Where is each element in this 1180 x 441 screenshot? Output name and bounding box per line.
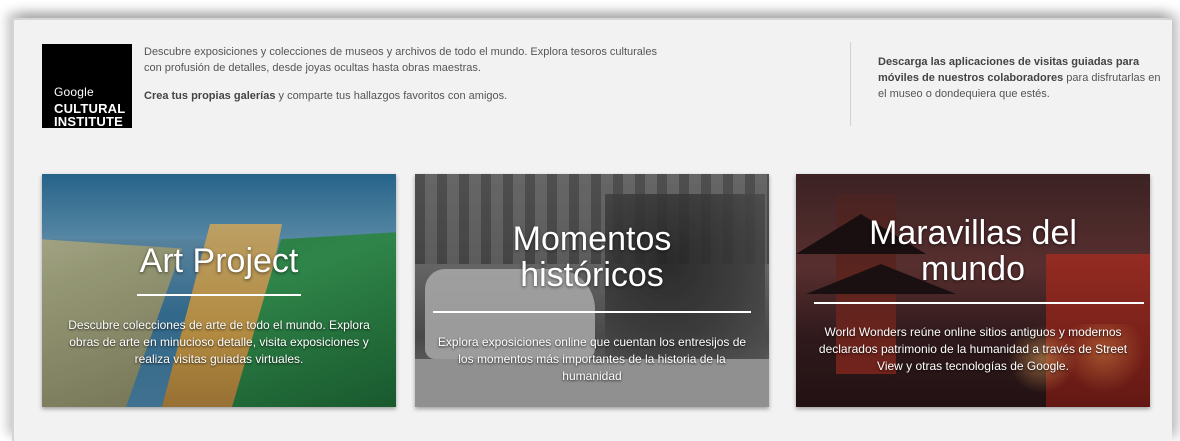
card-description: Descubre colecciones de arte de todo el … xyxy=(68,318,370,366)
title-underline xyxy=(814,302,1144,304)
apps-promo: Descarga las aplicaciones de visitas gui… xyxy=(878,54,1168,102)
card-art-project[interactable]: Art Project Descubre colecciones de arte… xyxy=(42,174,396,407)
intro-text: Descubre exposiciones y colecciones de m… xyxy=(144,44,664,116)
title-underline xyxy=(433,311,751,313)
card-title-line-2: mundo xyxy=(921,250,1025,288)
intro-paragraph-2-rest: y comparte tus hallazgos favoritos con a… xyxy=(275,90,508,102)
header-divider xyxy=(850,42,851,126)
create-galleries-link[interactable]: Crea tus propias galerías xyxy=(144,90,275,102)
logo-brand: Google xyxy=(54,85,94,99)
cultural-institute-logo[interactable]: Google CULTURAL INSTITUTE xyxy=(42,44,132,129)
card-maravillas-del-mundo[interactable]: Maravillas del mundo World Wonders reúne… xyxy=(796,174,1150,407)
logo-line-2: INSTITUTE xyxy=(54,114,123,129)
card-description: World Wonders reúne online sitios antigu… xyxy=(818,325,1128,373)
intro-paragraph-1: Descubre exposiciones y colecciones de m… xyxy=(144,46,657,74)
card-title-line-2: históricos xyxy=(520,256,664,294)
card-title: Art Project xyxy=(139,242,299,280)
card-description: Explora exposiciones online que cuentan … xyxy=(437,335,747,383)
card-overlay xyxy=(42,174,396,407)
card-title-line-1: Momentos xyxy=(512,220,672,258)
intro-paragraph-2: Crea tus propias galerías y comparte tus… xyxy=(144,88,664,104)
card-title-line-1: Maravillas del xyxy=(869,214,1077,252)
page-frame: Google CULTURAL INSTITUTE Descubre expos… xyxy=(12,18,1172,441)
title-underline xyxy=(137,294,301,296)
card-momentos-historicos[interactable]: Momentos históricos Explora exposiciones… xyxy=(415,174,769,407)
